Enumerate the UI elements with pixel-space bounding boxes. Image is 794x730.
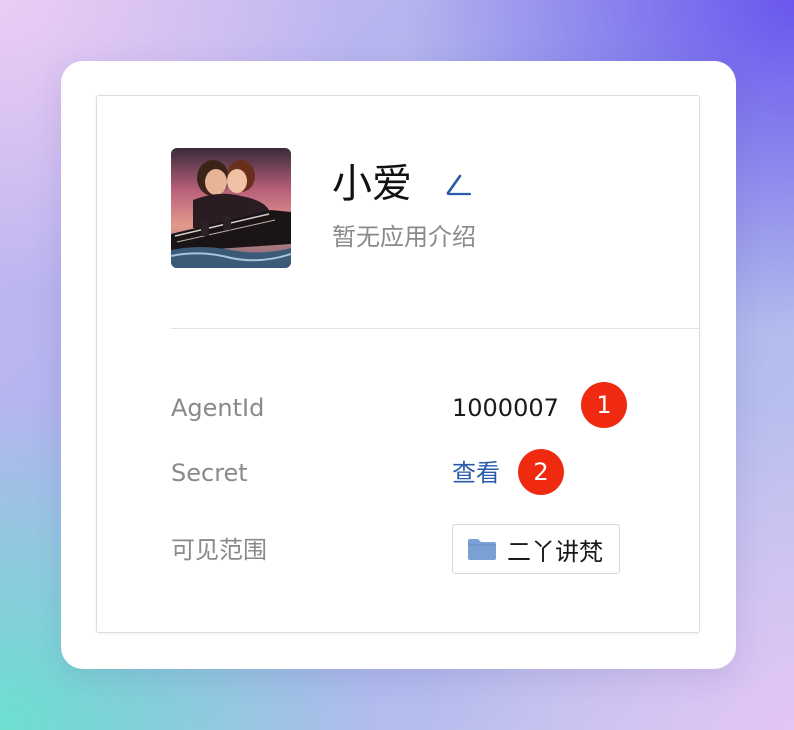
app-name: 小爱: [332, 161, 412, 207]
agentid-value: 1000007: [452, 394, 559, 422]
callout-badge-2: 2: [518, 449, 564, 495]
secret-label: Secret: [171, 459, 248, 487]
scope-department-name: 二丫讲梵: [507, 537, 603, 566]
secret-view-link[interactable]: 查看: [452, 456, 500, 490]
scope-label: 可见范围: [171, 536, 267, 564]
callout-badge-1: 1: [581, 382, 627, 428]
pencil-icon[interactable]: [444, 170, 472, 198]
app-description: 暂无应用介绍: [332, 223, 476, 251]
scope-department-chip[interactable]: 二丫讲梵: [452, 524, 620, 574]
agentid-label: AgentId: [171, 394, 265, 422]
folder-icon: [468, 539, 496, 560]
avatar-image: [171, 148, 291, 268]
app-avatar: [171, 148, 291, 268]
section-divider: [171, 328, 700, 329]
